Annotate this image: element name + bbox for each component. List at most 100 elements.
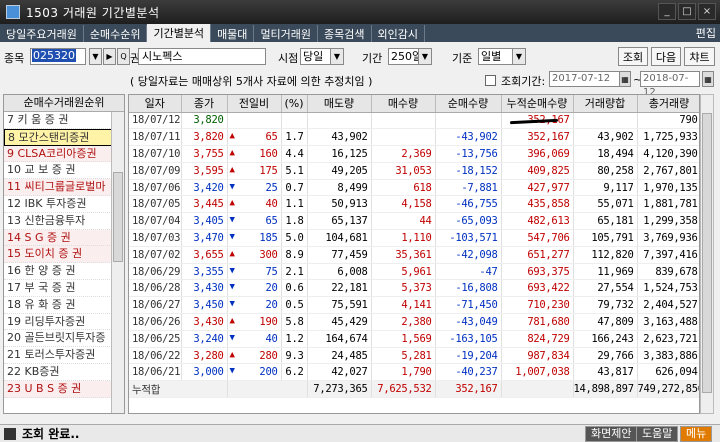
broker-list-item[interactable]: 8 모간스탠리증권	[4, 128, 124, 146]
cum-cell: 824,729	[501, 330, 574, 348]
broker-list-item[interactable]: 15 도이치 증 권	[4, 246, 124, 264]
total-empty-cell	[227, 380, 308, 399]
basis-select[interactable]: 일별 ▼	[478, 48, 526, 65]
next-button[interactable]: 다음	[651, 47, 681, 66]
code-input[interactable]: 025320	[30, 48, 86, 65]
broker-list-item[interactable]: 20 골든브릿지투자증	[4, 330, 124, 348]
table-row[interactable]: 18/07/04 3,405 ▼ 65 1.8 65,137 44 -65,093 482,61…	[129, 212, 699, 231]
broker-list-item[interactable]: 21 토러스투자증권	[4, 347, 124, 364]
broker-list-item[interactable]: 22 KB증권	[4, 364, 124, 381]
close-cell: 3,820	[181, 112, 228, 130]
column-header[interactable]: 매도량	[307, 95, 372, 113]
calendar-icon[interactable]: ▦	[702, 71, 714, 87]
tab-3[interactable]: 매물대	[211, 25, 255, 42]
tab-6[interactable]: 외인감시	[372, 25, 426, 42]
date-cell: 18/07/10	[129, 145, 182, 163]
range-checkbox[interactable]	[485, 75, 496, 86]
column-header[interactable]: 총거래량	[637, 95, 699, 113]
column-header[interactable]: 일자	[129, 95, 182, 113]
help-button[interactable]: 도움말	[636, 426, 679, 442]
broker-list-item[interactable]: 23 U B S 증 권	[4, 380, 124, 398]
grid-scrollbar[interactable]	[700, 94, 714, 414]
column-header[interactable]: (%)	[281, 95, 308, 113]
column-header[interactable]: 매수량	[371, 95, 436, 113]
table-row[interactable]: 18/06/26 3,430 ▲ 190 5.8 45,429 2,380 -43,049 78…	[129, 313, 699, 331]
range-controls: ( 당일자료는 매매상위 5개사 자료에 의한 추정치임 ) 조회기간: 201…	[0, 70, 720, 98]
column-header[interactable]: 거래량합	[573, 95, 638, 113]
tab-5[interactable]: 종목검색	[318, 25, 372, 42]
search-icon[interactable]: Q	[117, 48, 130, 65]
broker-list-item[interactable]: 10 교 보 증 권	[4, 162, 124, 180]
table-row[interactable]: 18/07/03 3,470 ▼ 185 5.0 104,681 1,110 -103,571…	[129, 229, 699, 247]
broker-list-item[interactable]: 9 CLSA코리아증권	[4, 145, 124, 163]
scroll-thumb[interactable]	[702, 113, 712, 393]
table-row[interactable]: 18/07/02 3,655 ▲ 300 8.9 77,459 35,361 -42,098 6…	[129, 246, 699, 264]
broker-list-item[interactable]: 18 유 화 증 권	[4, 297, 124, 314]
cum-cell: 435,858	[501, 195, 574, 214]
column-header[interactable]: 누적순매수량	[501, 95, 574, 113]
date-cell: 18/07/09	[129, 162, 182, 180]
stock-name-field[interactable]: 시노펙스	[138, 48, 266, 65]
triangle-down-icon: ▼	[229, 231, 235, 242]
broker-list-item[interactable]: 12 IBK 투자증권	[4, 196, 124, 213]
buy-cell: 5,961	[371, 263, 436, 281]
close-cell: 3,450	[181, 296, 228, 315]
tab-1[interactable]: 순매수순위	[84, 25, 148, 42]
calendar-icon[interactable]: ▦	[619, 71, 631, 87]
tab-0[interactable]: 당일주요거래원	[0, 25, 84, 42]
date-from-input[interactable]: 2017-07-12	[549, 71, 621, 87]
timepoint-select[interactable]: 당일 ▼	[300, 48, 344, 65]
broker-list-item[interactable]: 11 씨티그룹글로벌마	[4, 179, 124, 196]
table-row[interactable]: 18/06/21 3,000 ▼ 200 6.2 42,027 1,790 -40,237 1,…	[129, 363, 699, 382]
table-row[interactable]: 18/07/06 3,420 ▼ 25 0.7 8,499 618 -7,881 427,977…	[129, 179, 699, 197]
total-cell: 3,383,886	[637, 347, 699, 365]
table-row[interactable]: 18/07/05 3,445 ▲ 40 1.1 50,913 4,158 -46,755 435…	[129, 195, 699, 214]
table-row[interactable]: 18/07/10 3,755 ▲ 160 4.4 16,125 2,369 -13,756 39…	[129, 145, 699, 163]
menu-button[interactable]: 메뉴	[680, 426, 713, 442]
column-header[interactable]: 순매수량	[435, 95, 502, 113]
close-icon[interactable]: ×	[698, 3, 716, 20]
minimize-icon[interactable]: _	[658, 3, 676, 20]
net-cell: -103,571	[435, 229, 502, 247]
change-cell: ▲ 175	[227, 162, 282, 180]
next-arrow-icon[interactable]: ▶	[103, 48, 116, 65]
net-cell: -19,204	[435, 347, 502, 365]
chart-button[interactable]: 챠트	[684, 47, 715, 66]
change-value: 65	[265, 215, 278, 228]
table-row[interactable]: 18/06/22 3,280 ▲ 280 9.3 24,485 5,281 -19,204 98…	[129, 347, 699, 365]
table-row[interactable]: 18/07/09 3,595 ▲ 175 5.1 49,205 31,053 -18,152 4…	[129, 162, 699, 180]
table-row[interactable]: 18/06/29 3,355 ▼ 75 2.1 6,008 5,961 -47 693,375 1…	[129, 263, 699, 281]
suggest-button[interactable]: 화면제안	[585, 426, 638, 442]
broker-list-item[interactable]: 13 신한금융투자	[4, 213, 124, 230]
date-cell: 18/06/22	[129, 347, 182, 365]
broker-scrollbar[interactable]	[111, 112, 124, 413]
range-label: 조회기간:	[501, 75, 546, 88]
table-row[interactable]: 18/06/28 3,430 ▼ 20 0.6 22,181 5,373 -16,808 693…	[129, 279, 699, 298]
scroll-thumb[interactable]	[113, 172, 123, 262]
column-header[interactable]: 전일비	[227, 95, 282, 113]
date-to-input[interactable]: 2018-07-12	[640, 71, 700, 98]
broker-list-item[interactable]: 7 키 움 증 권	[4, 112, 124, 129]
broker-list-item[interactable]: 14 S G 증 권	[4, 229, 124, 247]
net-cell: -16,808	[435, 279, 502, 298]
broker-list-item[interactable]: 17 부 국 증 권	[4, 280, 124, 297]
net-cell: -40,237	[435, 363, 502, 382]
tab-2[interactable]: 기간별분석	[147, 24, 212, 42]
tab-4[interactable]: 멀티거래원	[254, 25, 319, 42]
date-cell: 18/07/04	[129, 212, 182, 231]
table-row[interactable]: 18/06/25 3,240 ▼ 40 1.2 164,674 1,569 -163,105 8…	[129, 330, 699, 348]
broker-list-item[interactable]: 16 한 양 증 권	[4, 263, 124, 280]
maximize-icon[interactable]: □	[678, 3, 696, 20]
query-button[interactable]: 조회	[618, 47, 648, 66]
period-select[interactable]: 250일 ▼	[388, 48, 432, 65]
window-controls: _ □ ×	[658, 3, 716, 20]
broker-list-item[interactable]: 19 리딩투자증권	[4, 314, 124, 331]
edit-button[interactable]: 편집	[696, 25, 716, 41]
table-row[interactable]: 18/07/123,820352,167790	[129, 112, 699, 130]
triangle-up-icon: ▲	[229, 349, 235, 360]
table-row[interactable]: 18/07/11 3,820 ▲ 65 1.7 43,902 -43,902 352,167 4…	[129, 128, 699, 147]
column-header[interactable]: 종가	[181, 95, 228, 113]
table-row[interactable]: 18/06/27 3,450 ▼ 20 0.5 75,591 4,141 -71,450 710…	[129, 296, 699, 315]
broker-items: 7 키 움 증 권8 모간스탠리증권 9 CLSA코리아증권 10 교 보 증 권1…	[4, 112, 124, 398]
code-dropdown-icon[interactable]: ▼	[89, 48, 102, 65]
